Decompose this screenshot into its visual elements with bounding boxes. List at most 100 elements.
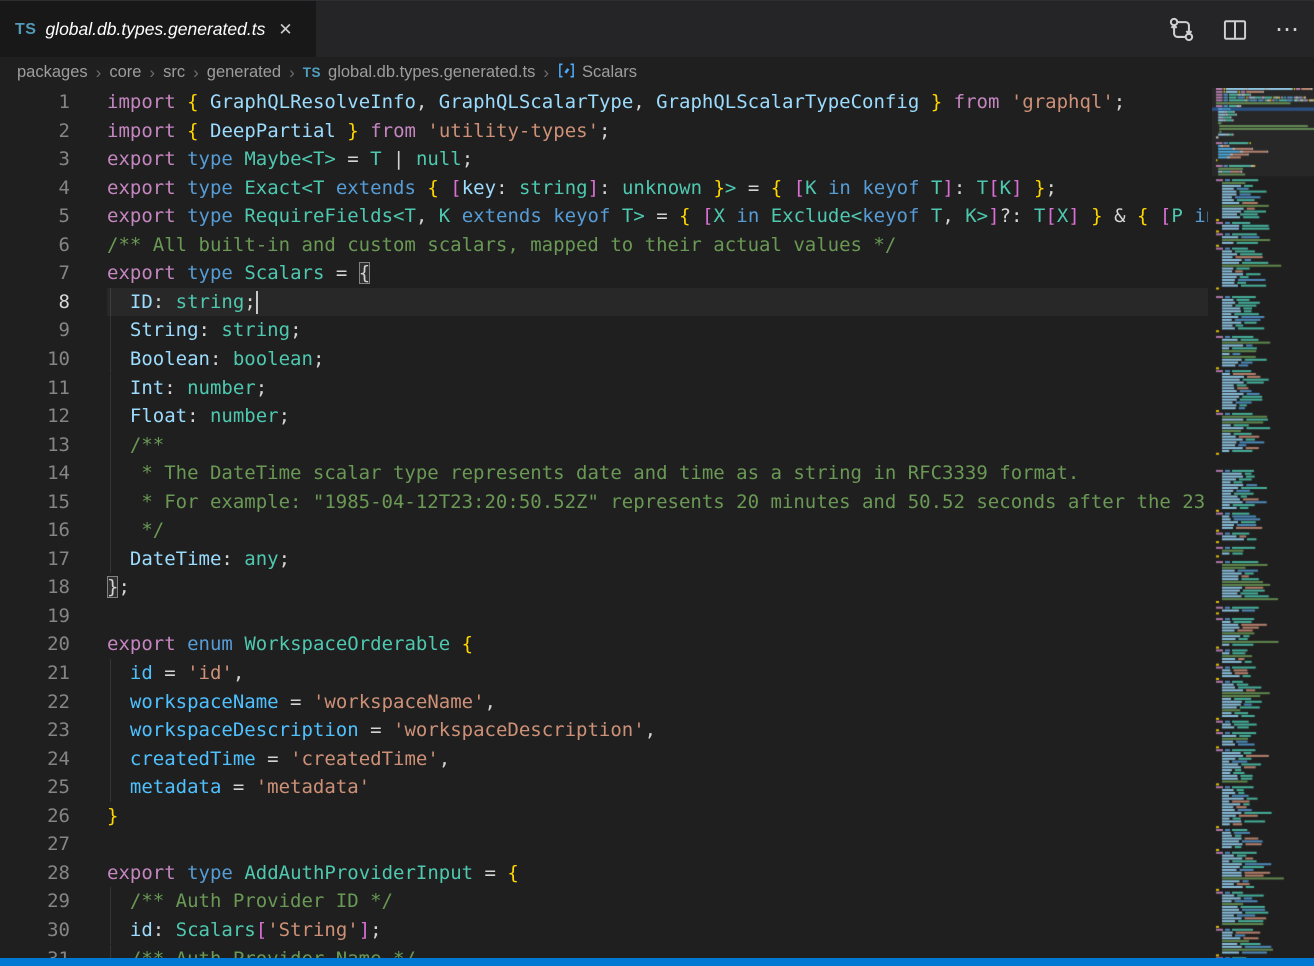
code-area[interactable]: import { GraphQLResolveInfo, GraphQLScal… — [107, 88, 1208, 958]
code-token: [ — [1045, 205, 1056, 227]
line-number[interactable]: 6 — [0, 231, 70, 260]
line-number[interactable]: 29 — [0, 887, 70, 916]
code-token — [450, 633, 461, 655]
code-token: K — [1000, 177, 1011, 199]
code-line[interactable]: id: Scalars['String']; — [107, 916, 1208, 945]
line-number[interactable]: 19 — [0, 602, 70, 631]
line-number[interactable]: 31 — [0, 945, 70, 959]
code-line[interactable]: } — [107, 802, 1208, 831]
code-token: export — [107, 177, 176, 199]
code-line[interactable]: /** All built-in and custom scalars, map… — [107, 231, 1208, 260]
split-editor-button[interactable] — [1222, 17, 1248, 43]
code-token: , — [942, 205, 965, 227]
code-token: = — [336, 148, 370, 170]
code-token: ] — [942, 177, 953, 199]
code-token: : — [599, 177, 622, 199]
code-line[interactable]: Float: number; — [107, 402, 1208, 431]
code-line[interactable]: */ — [107, 516, 1208, 545]
code-token: } — [1034, 177, 1045, 199]
code-line[interactable]: export type Maybe<T> = T | null; — [107, 145, 1208, 174]
code-line[interactable]: id = 'id', — [107, 659, 1208, 688]
code-token: = — [736, 177, 770, 199]
code-line[interactable]: ID: string; — [107, 288, 1208, 317]
line-number[interactable]: 8 — [0, 288, 70, 317]
code-line[interactable]: * The DateTime scalar type represents da… — [107, 459, 1208, 488]
line-number[interactable]: 14 — [0, 459, 70, 488]
code-line[interactable]: workspaceDescription = 'workspaceDescrip… — [107, 716, 1208, 745]
code-token: { — [187, 120, 198, 142]
code-line[interactable]: /** Auth Provider ID */ — [107, 887, 1208, 916]
code-line[interactable]: export type AddAuthProviderInput = { — [107, 859, 1208, 888]
line-number[interactable]: 25 — [0, 773, 70, 802]
line-number[interactable]: 9 — [0, 316, 70, 345]
line-number[interactable]: 3 — [0, 145, 70, 174]
breadcrumb-item-core[interactable]: core — [109, 63, 141, 82]
minimap[interactable] — [1212, 88, 1314, 958]
indent-guide — [110, 745, 111, 774]
code-line[interactable]: workspaceName = 'workspaceName', — [107, 688, 1208, 717]
code-line[interactable]: String: string; — [107, 316, 1208, 345]
line-number[interactable]: 7 — [0, 259, 70, 288]
breadcrumb-item-file[interactable]: global.db.types.generated.ts — [328, 63, 535, 82]
line-number[interactable]: 11 — [0, 374, 70, 403]
code-line[interactable]: import { GraphQLResolveInfo, GraphQLScal… — [107, 88, 1208, 117]
breadcrumb-item-generated[interactable]: generated — [207, 63, 281, 82]
line-number[interactable]: 15 — [0, 488, 70, 517]
tab-global-db-types[interactable]: TS global.db.types.generated.ts ✕ — [0, 1, 316, 58]
code-line[interactable]: export type Exact<T extends { [key: stri… — [107, 174, 1208, 203]
line-number[interactable]: 10 — [0, 345, 70, 374]
line-number[interactable]: 16 — [0, 516, 70, 545]
code-token: : — [164, 377, 187, 399]
line-number[interactable]: 21 — [0, 659, 70, 688]
code-line[interactable]: DateTime: any; — [107, 545, 1208, 574]
code-line[interactable]: metadata = 'metadata' — [107, 773, 1208, 802]
line-number[interactable]: 27 — [0, 830, 70, 859]
line-number[interactable]: 28 — [0, 859, 70, 888]
line-number[interactable]: 2 — [0, 117, 70, 146]
code-token: * The DateTime scalar type represents da… — [141, 462, 1079, 484]
code-line[interactable]: export type Scalars = { — [107, 259, 1208, 288]
line-number[interactable]: 18 — [0, 573, 70, 602]
code-line[interactable]: export enum WorkspaceOrderable { — [107, 630, 1208, 659]
code-line[interactable]: /** — [107, 431, 1208, 460]
breadcrumb-item-packages[interactable]: packages — [17, 63, 88, 82]
indent-guide — [110, 345, 111, 374]
line-number[interactable]: 12 — [0, 402, 70, 431]
code-token: ; — [1114, 91, 1125, 113]
code-token: { — [679, 205, 690, 227]
code-token — [199, 91, 210, 113]
code-line[interactable]: Int: number; — [107, 374, 1208, 403]
breadcrumb-item-symbol[interactable]: Scalars — [582, 63, 637, 82]
breadcrumb-item-src[interactable]: src — [163, 63, 185, 82]
code-token — [233, 862, 244, 884]
line-number[interactable]: 22 — [0, 688, 70, 717]
line-number[interactable]: 20 — [0, 630, 70, 659]
code-token: , — [416, 205, 439, 227]
line-number[interactable]: 30 — [0, 916, 70, 945]
code-line[interactable]: import { DeepPartial } from 'utility-typ… — [107, 117, 1208, 146]
line-number[interactable]: 13 — [0, 431, 70, 460]
code-line[interactable] — [107, 602, 1208, 631]
code-token: from — [954, 91, 1000, 113]
code-token — [782, 177, 793, 199]
line-number[interactable]: 17 — [0, 545, 70, 574]
line-number[interactable]: 1 — [0, 88, 70, 117]
code-line[interactable] — [107, 830, 1208, 859]
code-line[interactable]: createdTime = 'createdTime', — [107, 745, 1208, 774]
code-line[interactable]: Boolean: boolean; — [107, 345, 1208, 374]
code-token: } — [931, 91, 942, 113]
line-number[interactable]: 4 — [0, 174, 70, 203]
line-number[interactable]: 24 — [0, 745, 70, 774]
close-icon[interactable]: ✕ — [278, 21, 292, 38]
open-changes-button[interactable] — [1168, 16, 1195, 43]
code-token: */ — [141, 519, 164, 541]
line-number[interactable]: 23 — [0, 716, 70, 745]
code-token: { — [771, 177, 782, 199]
line-number[interactable]: 5 — [0, 202, 70, 231]
line-number[interactable]: 26 — [0, 802, 70, 831]
code-line[interactable]: }; — [107, 573, 1208, 602]
code-line[interactable]: * For example: "1985-04-12T23:20:50.52Z"… — [107, 488, 1208, 517]
code-line[interactable]: export type RequireFields<T, K extends k… — [107, 202, 1208, 231]
more-actions-button[interactable]: ⋯ — [1275, 18, 1300, 42]
code-line[interactable]: /** Auth Provider Name */ — [107, 945, 1208, 959]
